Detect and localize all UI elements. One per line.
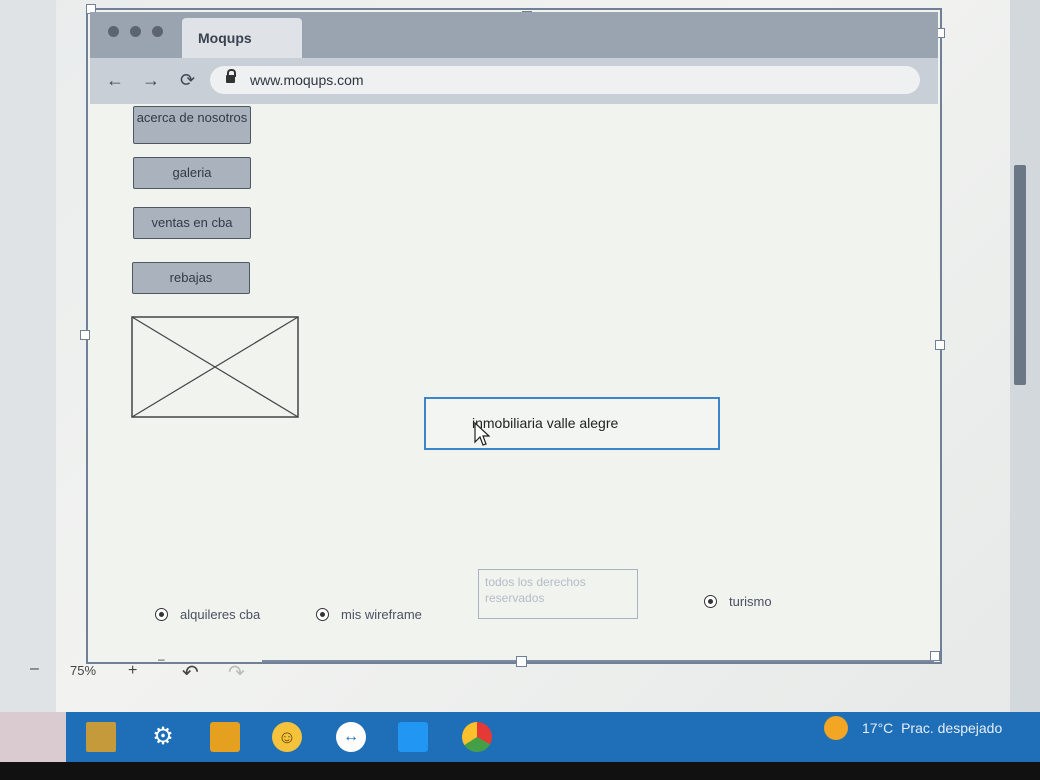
mouse-cursor-icon (474, 422, 490, 446)
temperature: 17°C (862, 720, 894, 736)
weather-readout[interactable]: 17°C Prac. despejado (862, 720, 1002, 736)
nav-button-ventas[interactable]: ventas en cba (133, 207, 251, 239)
nav-button-acerca[interactable]: acerca de nosotros (133, 106, 251, 144)
nav-button-label: galeria (172, 165, 212, 180)
footer-text: todos los derechos reservados (485, 575, 586, 605)
nav-button-galeria[interactable]: galeria (133, 157, 251, 189)
resize-handle-bottom[interactable] (516, 656, 527, 667)
nav-button-label: acerca de nosotros (136, 110, 248, 125)
radio-icon (316, 608, 329, 621)
radio-turismo[interactable]: turismo (704, 594, 772, 609)
redo-icon[interactable]: ↷ (228, 660, 245, 685)
zoom-in-icon[interactable]: + (128, 662, 137, 680)
forward-arrow-icon[interactable]: → (142, 70, 160, 91)
window-dot-minimize (130, 26, 141, 37)
right-panel (1010, 0, 1040, 712)
minus-small-icon[interactable]: – (158, 652, 165, 666)
address-bar[interactable]: www.moqups.com (210, 66, 920, 94)
zoom-out-icon[interactable]: – (30, 660, 39, 678)
smiley-icon[interactable]: ☺ (272, 722, 302, 752)
image-placeholder[interactable] (131, 316, 299, 418)
window-dot-maximize (152, 26, 163, 37)
chrome-icon[interactable] (462, 722, 492, 752)
monitor-bezel (0, 762, 1040, 780)
url-text: www.moqups.com (250, 72, 364, 88)
vertical-scrollbar[interactable] (1014, 165, 1026, 385)
resize-handle-left[interactable] (80, 330, 90, 340)
browser-mockup: Moqups ← → ⟳ www.moqups.com (90, 12, 938, 104)
resize-handle-right[interactable] (935, 340, 945, 350)
sublime-text-icon[interactable] (210, 722, 240, 752)
radio-icon (155, 608, 168, 621)
undo-icon[interactable]: ↶ (182, 660, 199, 685)
radio-label: alquileres cba (180, 607, 261, 622)
radio-label: turismo (729, 594, 772, 609)
lock-icon (226, 69, 236, 83)
settings-gear-icon[interactable]: ⚙ (148, 722, 178, 752)
reload-icon[interactable]: ⟳ (180, 70, 195, 91)
file-explorer-icon[interactable] (86, 722, 116, 752)
left-panel (0, 0, 56, 712)
weather-text: Prac. despejado (901, 720, 1003, 736)
browser-tab[interactable]: Moqups (182, 18, 302, 58)
title-textbox[interactable]: inmobiliaria valle alegre (424, 397, 720, 450)
radio-icon (704, 595, 717, 608)
radio-alquileres[interactable]: alquileres cba (155, 607, 260, 622)
browser-navbar: ← → ⟳ www.moqups.com (90, 58, 938, 104)
title-text: inmobiliaria valle alegre (472, 415, 619, 431)
window-dot-close (108, 26, 119, 37)
nav-button-label: ventas en cba (151, 215, 233, 230)
vscode-icon[interactable] (398, 722, 428, 752)
canvas-bottom-edge (262, 660, 934, 662)
teamviewer-icon[interactable]: ↔ (336, 722, 366, 752)
nav-button-rebajas[interactable]: rebajas (132, 262, 250, 294)
zoom-level: 75% (70, 663, 97, 678)
nav-button-label: rebajas (169, 270, 213, 285)
back-arrow-icon[interactable]: ← (106, 70, 124, 91)
weather-icon (824, 716, 848, 740)
radio-wireframe[interactable]: mis wireframe (316, 607, 422, 622)
taskbar-left-edge (0, 712, 66, 762)
footer-textbox[interactable]: todos los derechos reservados (478, 569, 638, 619)
radio-label: mis wireframe (341, 607, 422, 622)
